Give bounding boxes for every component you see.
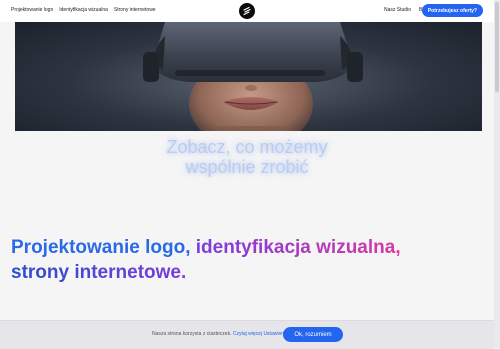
brand-logo[interactable] bbox=[239, 3, 255, 19]
nav-item-visual-identity[interactable]: Identyfikacja wizualna bbox=[59, 7, 108, 13]
services-tagline: Projektowanie logo, identyfikacja wizual… bbox=[11, 235, 481, 285]
cookie-message: Nasza strona korzysta z ciasteczek. bbox=[152, 331, 232, 337]
tagline-logo-design: Projektowanie logo, bbox=[11, 237, 191, 258]
tagline-websites: strony internetowe. bbox=[11, 262, 187, 283]
hero-image bbox=[15, 22, 482, 131]
cookie-consent-bar: Nasza strona korzysta z ciasteczek. Czyt… bbox=[0, 320, 494, 349]
primary-nav: Projektowanie logo Identyfikacja wizualn… bbox=[11, 7, 156, 13]
hero-headline: Zobacz, co możemy wspólnie zrobić bbox=[0, 137, 494, 177]
request-quote-button[interactable]: Potrzebujesz oferty? bbox=[421, 4, 483, 17]
page-scrollbar[interactable] bbox=[494, 0, 500, 348]
top-navbar: Projektowanie logo Identyfikacja wizualn… bbox=[0, 0, 494, 22]
nav-item-websites[interactable]: Strony internetowe bbox=[114, 7, 156, 13]
nav-item-studio[interactable]: Nasz Studio bbox=[384, 7, 411, 13]
vr-headset-portrait-image bbox=[143, 22, 363, 131]
cookie-accept-button[interactable]: Ok, rozumiem bbox=[283, 327, 343, 342]
nav-item-logo-design[interactable]: Projektowanie logo bbox=[11, 7, 53, 13]
cookie-text: Nasza strona korzysta z ciasteczek. Czyt… bbox=[152, 331, 293, 337]
hero-headline-line2: wspólnie zrobić bbox=[185, 157, 309, 178]
tagline-visual-identity: identyfikacja wizualna, bbox=[195, 237, 401, 258]
scrollbar-thumb[interactable] bbox=[495, 2, 499, 92]
hero-headline-line1: Zobacz, co możemy bbox=[166, 137, 328, 158]
brand-logo-icon bbox=[243, 6, 251, 16]
